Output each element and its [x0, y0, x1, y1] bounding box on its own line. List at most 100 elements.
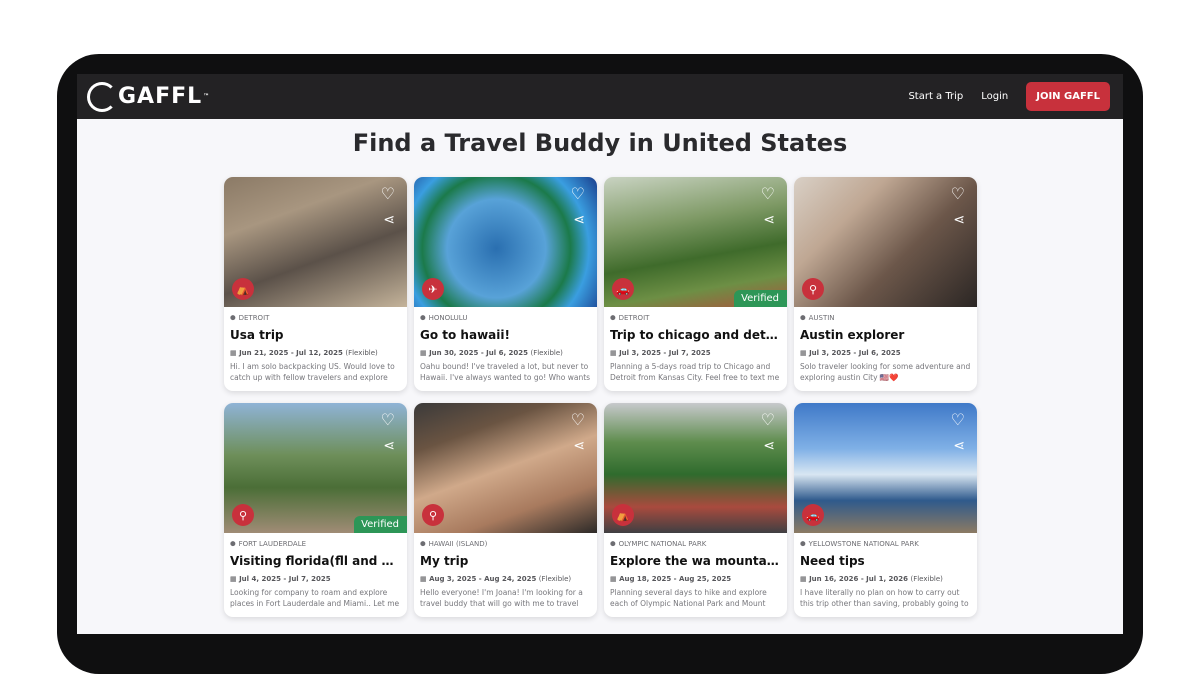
verified-badge: Verified [734, 290, 787, 307]
trip-card[interactable]: ♡ ⋖ ⚲ Verified FORT LAUDERDALE Visiting … [224, 403, 407, 617]
share-icon[interactable]: ⋖ [953, 213, 965, 227]
join-button[interactable]: JOIN GAFFL [1026, 82, 1110, 111]
calendar-icon: ▦ [610, 349, 620, 357]
trip-photo[interactable]: ♡ ⋖ ⛺ [224, 177, 407, 307]
login-link[interactable]: Login [981, 91, 1008, 102]
hiking-icon: ⛺ [232, 278, 254, 300]
calendar-icon: ▦ [420, 349, 430, 357]
binoculars-icon: ⚲ [422, 504, 444, 526]
share-icon[interactable]: ⋖ [763, 213, 775, 227]
nav-actions: Start a Trip Login JOIN GAFFL [908, 82, 1110, 111]
trip-body: OLYMPIC NATIONAL PARK Explore the wa mou… [604, 533, 787, 609]
trip-location: FORT LAUDERDALE [230, 540, 401, 548]
trip-description: Planning several days to hike and explor… [610, 588, 767, 608]
trip-body: HAWAII (ISLAND) My trip ▦ Aug 3, 2025 - … [414, 533, 597, 609]
trip-date-range: Aug 3, 2025 - Aug 24, 2025 [429, 575, 537, 583]
trip-dates: ▦ Jun 21, 2025 - Jul 12, 2025 (Flexible) [230, 349, 401, 357]
trip-card[interactable]: ♡ ⋖ 🚗 Verified DETROIT Trip to chicago a… [604, 177, 787, 391]
trip-date-range: Jul 3, 2025 - Jul 7, 2025 [619, 349, 711, 357]
trip-date-range: Jun 30, 2025 - Jul 6, 2025 [429, 349, 529, 357]
trip-name[interactable]: Visiting florida(fll and mi... [230, 554, 401, 568]
trip-date-range: Jul 4, 2025 - Jul 7, 2025 [239, 575, 331, 583]
calendar-icon: ▦ [230, 349, 240, 357]
trip-photo[interactable]: ♡ ⋖ 🚗 [794, 403, 977, 533]
trip-flexible: (Flexible) [530, 349, 563, 357]
heart-icon[interactable]: ♡ [951, 186, 965, 202]
calendar-icon: ▦ [420, 575, 430, 583]
page-title: Find a Travel Buddy in United States [352, 129, 848, 157]
trip-location: YELLOWSTONE NATIONAL PARK [800, 540, 971, 548]
verified-badge: Verified [354, 516, 407, 533]
share-icon[interactable]: ⋖ [383, 439, 395, 453]
trip-location: HONOLULU [420, 314, 591, 322]
heart-icon[interactable]: ♡ [571, 186, 585, 202]
logo-text: GAFFL [118, 84, 203, 109]
trip-card[interactable]: ♡ ⋖ ⚲ HAWAII (ISLAND) My trip ▦ Aug 3, 2… [414, 403, 597, 617]
trip-body: DETROIT Usa trip ▦ Jun 21, 2025 - Jul 12… [224, 307, 407, 383]
trip-name[interactable]: Go to hawaii! [420, 328, 591, 342]
heart-icon[interactable]: ♡ [381, 186, 395, 202]
trip-description: Oahu bound! I've traveled a lot, but nev… [420, 362, 591, 382]
heart-icon[interactable]: ♡ [761, 412, 775, 428]
trip-body: AUSTIN Austin explorer ▦ Jul 3, 2025 - J… [794, 307, 977, 383]
share-icon[interactable]: ⋖ [573, 213, 585, 227]
trip-name[interactable]: My trip [420, 554, 591, 568]
share-icon[interactable]: ⋖ [763, 439, 775, 453]
share-icon[interactable]: ⋖ [383, 213, 395, 227]
trip-name[interactable]: Trip to chicago and detroit! [610, 328, 781, 342]
trip-photo[interactable]: ♡ ⋖ ⚲ [794, 177, 977, 307]
trip-location: DETROIT [230, 314, 401, 322]
trip-location: HAWAII (ISLAND) [420, 540, 591, 548]
trip-name[interactable]: Need tips [800, 554, 971, 568]
hiking-icon: ⛺ [612, 504, 634, 526]
trip-date-range: Jul 3, 2025 - Jul 6, 2025 [809, 349, 901, 357]
trip-location: OLYMPIC NATIONAL PARK [610, 540, 781, 548]
trip-dates: ▦ Jun 16, 2026 - Jul 1, 2026 (Flexible) [800, 575, 971, 583]
trip-description: Hello everyone! I'm Joana! I'm looking f… [420, 588, 583, 608]
trip-photo[interactable]: ♡ ⋖ 🚗 Verified [604, 177, 787, 307]
trip-card[interactable]: ♡ ⋖ ⛺ DETROIT Usa trip ▦ Jun 21, 2025 - … [224, 177, 407, 391]
trip-description: Looking for company to roam and explore … [230, 588, 400, 608]
trip-dates: ▦ Aug 3, 2025 - Aug 24, 2025 (Flexible) [420, 575, 591, 583]
heart-icon[interactable]: ♡ [761, 186, 775, 202]
binoculars-icon: ⚲ [232, 504, 254, 526]
calendar-icon: ▦ [610, 575, 620, 583]
trip-grid: ♡ ⋖ ⛺ DETROIT Usa trip ▦ Jun 21, 2025 - … [224, 177, 978, 617]
heart-icon[interactable]: ♡ [951, 412, 965, 428]
trip-description: Solo traveler looking for some adventure… [800, 362, 971, 382]
trip-card[interactable]: ♡ ⋖ 🚗 YELLOWSTONE NATIONAL PARK Need tip… [794, 403, 977, 617]
trip-body: HONOLULU Go to hawaii! ▦ Jun 30, 2025 - … [414, 307, 597, 383]
trip-photo[interactable]: ♡ ⋖ ✈ [414, 177, 597, 307]
trip-name[interactable]: Explore the wa mountain parks [610, 554, 781, 568]
trip-card[interactable]: ♡ ⋖ ✈ HONOLULU Go to hawaii! ▦ Jun 30, 2… [414, 177, 597, 391]
trip-photo[interactable]: ♡ ⋖ ⛺ [604, 403, 787, 533]
trip-date-range: Jun 21, 2025 - Jul 12, 2025 [239, 349, 343, 357]
trip-card[interactable]: ♡ ⋖ ⛺ OLYMPIC NATIONAL PARK Explore the … [604, 403, 787, 617]
trip-photo[interactable]: ♡ ⋖ ⚲ Verified [224, 403, 407, 533]
trip-location: AUSTIN [800, 314, 971, 322]
trip-dates: ▦ Aug 18, 2025 - Aug 25, 2025 [610, 575, 781, 583]
gaffl-logo[interactable]: GAFFL ™ [87, 81, 211, 112]
trip-dates: ▦ Jul 4, 2025 - Jul 7, 2025 [230, 575, 401, 583]
heart-icon[interactable]: ♡ [571, 412, 585, 428]
start-trip-link[interactable]: Start a Trip [908, 91, 963, 102]
share-icon[interactable]: ⋖ [573, 439, 585, 453]
trip-card[interactable]: ♡ ⋖ ⚲ AUSTIN Austin explorer ▦ Jul 3, 20… [794, 177, 977, 391]
trip-date-range: Aug 18, 2025 - Aug 25, 2025 [619, 575, 732, 583]
car-icon: 🚗 [612, 278, 634, 300]
calendar-icon: ▦ [230, 575, 240, 583]
trip-location: DETROIT [610, 314, 781, 322]
trip-flexible: (Flexible) [345, 349, 378, 357]
trip-description: Planning a 5-days road trip to Chicago a… [610, 362, 780, 382]
trip-description: Hi. I am solo backpacking US. Would love… [230, 362, 395, 382]
trip-photo[interactable]: ♡ ⋖ ⚲ [414, 403, 597, 533]
heart-icon[interactable]: ♡ [381, 412, 395, 428]
logo-tm: ™ [203, 93, 211, 100]
trip-name[interactable]: Austin explorer [800, 328, 971, 342]
trip-dates: ▦ Jul 3, 2025 - Jul 6, 2025 [800, 349, 971, 357]
car-icon: 🚗 [802, 504, 824, 526]
trip-body: YELLOWSTONE NATIONAL PARK Need tips ▦ Ju… [794, 533, 977, 609]
trip-name[interactable]: Usa trip [230, 328, 401, 342]
share-icon[interactable]: ⋖ [953, 439, 965, 453]
calendar-icon: ▦ [800, 349, 810, 357]
